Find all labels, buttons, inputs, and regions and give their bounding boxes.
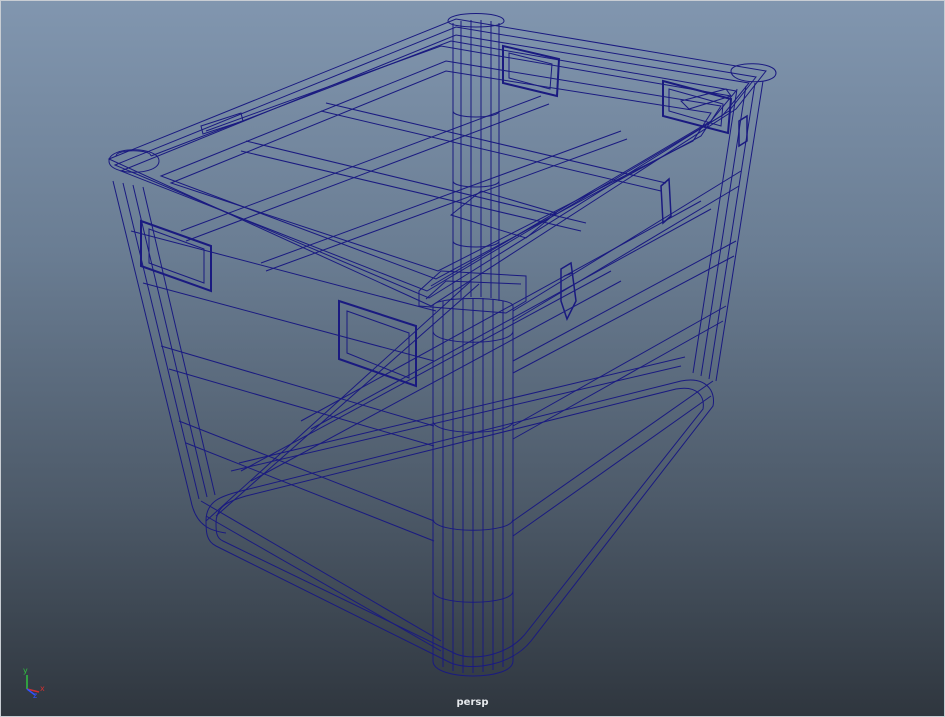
wireframe-crate-model[interactable] (1, 1, 945, 717)
persp-viewport[interactable]: y x z persp (0, 0, 945, 717)
x-axis-label: x (40, 684, 45, 693)
y-axis-label: y (23, 666, 28, 675)
axis-gizmo: y x z (15, 665, 51, 700)
camera-name-label: persp (456, 697, 489, 708)
